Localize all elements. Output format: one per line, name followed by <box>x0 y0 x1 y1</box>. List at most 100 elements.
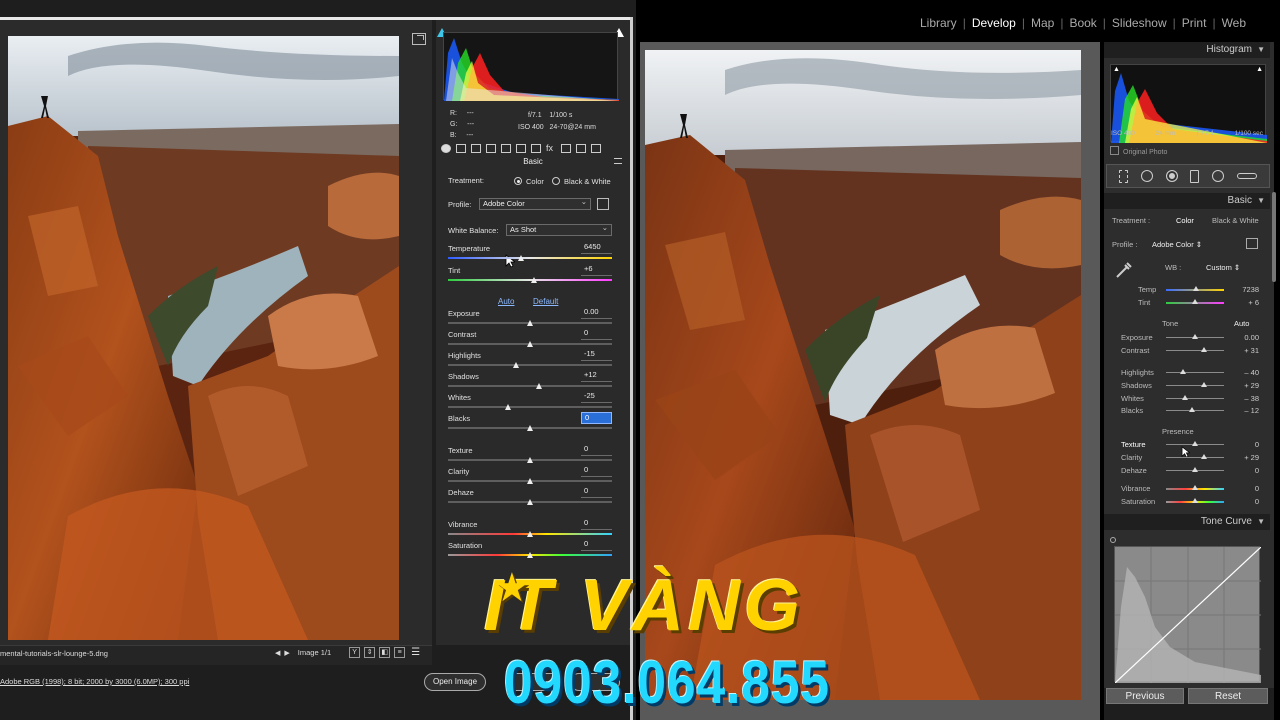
detail-tab-icon[interactable] <box>471 143 481 153</box>
highlights-slider-handle[interactable] <box>513 362 520 368</box>
saturation-value-input[interactable]: 0 <box>581 539 612 551</box>
temperature-slider-handle[interactable] <box>518 255 525 261</box>
texture-slider-handle[interactable] <box>526 457 533 463</box>
lr-dehaze-slider-handle[interactable] <box>1192 467 1198 472</box>
hsl-tab-icon[interactable] <box>486 143 496 153</box>
lr-whites-value[interactable]: – 38 <box>1235 394 1259 403</box>
lr-texture-value[interactable]: 0 <box>1235 440 1259 449</box>
tone-curve-panel-header[interactable]: Tone Curve ▼ <box>1104 514 1270 530</box>
lr-treatment-color[interactable]: Color <box>1176 216 1194 225</box>
lr-whites-slider-handle[interactable] <box>1181 395 1188 400</box>
blacks-value-input[interactable]: 0 <box>581 412 612 424</box>
treatment-color-radio[interactable] <box>514 177 522 185</box>
calibration-tab-icon[interactable] <box>561 143 571 153</box>
lr-vibrance-value[interactable]: 0 <box>1235 484 1259 493</box>
module-web[interactable]: Web <box>1222 16 1246 30</box>
effects-tab-icon[interactable] <box>531 143 541 153</box>
highlights-slider-track[interactable] <box>448 364 612 366</box>
profile-select[interactable]: Adobe Color <box>479 197 591 210</box>
vibrance-slider-handle[interactable] <box>526 531 533 537</box>
highlights-value-input[interactable]: -15 <box>581 349 612 361</box>
lr-highlights-slider-handle[interactable] <box>1180 369 1187 374</box>
lr-whites-slider-track[interactable] <box>1166 398 1224 399</box>
lr-highlight-clip-icon[interactable]: ▲ <box>1256 66 1263 73</box>
menu-icon[interactable]: ☰ <box>411 647 420 658</box>
presets-tab-icon[interactable] <box>576 143 586 153</box>
lr-texture-slider-handle[interactable] <box>1192 441 1198 446</box>
collapse-triangle-icon[interactable]: ▼ <box>1257 42 1265 58</box>
dehaze-value-input[interactable]: 0 <box>581 486 612 498</box>
rating-filter-icon[interactable]: Y <box>349 647 361 658</box>
whites-slider-track[interactable] <box>448 406 612 408</box>
prev-image-icon[interactable]: ◀ <box>275 649 280 657</box>
lr-clarity-slider-track[interactable] <box>1166 457 1224 458</box>
snapshots-tab-icon[interactable] <box>591 143 601 153</box>
graduated-filter-icon[interactable] <box>1190 169 1200 183</box>
module-slideshow[interactable]: Slideshow <box>1112 16 1167 30</box>
white-balance-select[interactable]: As Shot <box>506 223 612 236</box>
lr-highlights-value[interactable]: – 40 <box>1235 368 1259 377</box>
whites-value-input[interactable]: -25 <box>581 391 612 403</box>
temperature-slider-track[interactable] <box>448 257 612 259</box>
temperature-value-input[interactable]: 6450 <box>581 242 612 254</box>
radial-filter-icon[interactable] <box>1211 170 1224 182</box>
fullscreen-toggle-icon[interactable] <box>412 33 426 45</box>
tint-value-input[interactable]: +6 <box>581 264 612 276</box>
basic-tab-icon[interactable] <box>441 143 451 153</box>
vibrance-value-input[interactable]: 0 <box>581 518 612 530</box>
auto-tone-link[interactable]: Auto <box>498 297 514 306</box>
red-eye-icon[interactable] <box>1165 170 1178 182</box>
next-image-icon[interactable]: ▶ <box>284 649 289 657</box>
contrast-slider-handle[interactable] <box>526 341 533 347</box>
reset-button[interactable]: Reset <box>1188 688 1268 704</box>
saturation-slider-handle[interactable] <box>526 552 533 558</box>
lr-shadows-slider-handle[interactable] <box>1200 382 1207 387</box>
lr-contrast-slider-handle[interactable] <box>1201 347 1208 352</box>
lr-highlights-slider-track[interactable] <box>1166 372 1224 373</box>
lr-clarity-slider-handle[interactable] <box>1200 454 1207 459</box>
collapse-triangle-icon[interactable]: ▼ <box>1257 514 1265 530</box>
lr-wb-select[interactable]: Custom ⇕ <box>1206 263 1240 272</box>
basic-panel-menu-icon[interactable] <box>614 158 622 164</box>
workflow-options-link[interactable]: Adobe RGB (1998); 8 bit; 2000 by 3000 (6… <box>0 677 189 686</box>
lr-tone-auto-button[interactable]: Auto <box>1234 319 1249 328</box>
open-image-button[interactable]: Open Image <box>424 673 486 691</box>
lr-panel-scrollbar[interactable] <box>1272 192 1276 282</box>
split-toning-tab-icon[interactable] <box>501 143 511 153</box>
profile-browser-icon[interactable] <box>597 198 609 210</box>
module-map[interactable]: Map <box>1031 16 1054 30</box>
lr-shadows-slider-track[interactable] <box>1166 385 1224 386</box>
default-tone-link[interactable]: Default <box>533 297 558 306</box>
lr-exposure-slider-handle[interactable] <box>1192 334 1198 339</box>
spot-removal-icon[interactable] <box>1140 170 1153 182</box>
lr-contrast-value[interactable]: + 31 <box>1235 346 1259 355</box>
dehaze-slider-handle[interactable] <box>526 499 533 505</box>
sort-icon[interactable]: ⇕ <box>364 647 376 658</box>
previous-button[interactable]: Previous <box>1106 688 1184 704</box>
lr-treatment-bw[interactable]: Black & White <box>1212 216 1259 225</box>
exposure-slider-handle[interactable] <box>526 320 533 326</box>
texture-value-input[interactable]: 0 <box>581 444 612 456</box>
contrast-value-input[interactable]: 0 <box>581 328 612 340</box>
histogram-panel-header[interactable]: Histogram ▼ <box>1104 42 1270 58</box>
lr-temp-slider-handle[interactable] <box>1193 286 1200 291</box>
clarity-value-input[interactable]: 0 <box>581 465 612 477</box>
lr-profile-select[interactable]: Adobe Color ⇕ <box>1152 240 1202 249</box>
lr-saturation-slider-handle[interactable] <box>1192 498 1198 503</box>
compare-icon[interactable]: ◧ <box>379 647 391 658</box>
lr-clarity-value[interactable]: + 29 <box>1235 453 1259 462</box>
module-library[interactable]: Library <box>920 16 957 30</box>
tint-slider-track[interactable] <box>448 279 612 281</box>
lr-exposure-value[interactable]: 0.00 <box>1235 333 1259 342</box>
adjustment-brush-icon[interactable] <box>1236 173 1257 179</box>
crop-tool-icon[interactable] <box>1119 169 1129 183</box>
tone-curve-tab-icon[interactable] <box>456 143 466 153</box>
grid-view-icon[interactable]: ≡ <box>394 647 406 658</box>
shadows-slider-track[interactable] <box>448 385 612 387</box>
lr-shadow-clip-icon[interactable]: ▲ <box>1113 66 1120 73</box>
shadows-value-input[interactable]: +12 <box>581 370 612 382</box>
lr-contrast-slider-track[interactable] <box>1166 350 1224 351</box>
whites-slider-handle[interactable] <box>505 404 512 410</box>
shadows-slider-handle[interactable] <box>536 383 543 389</box>
lr-dehaze-value[interactable]: 0 <box>1235 466 1259 475</box>
